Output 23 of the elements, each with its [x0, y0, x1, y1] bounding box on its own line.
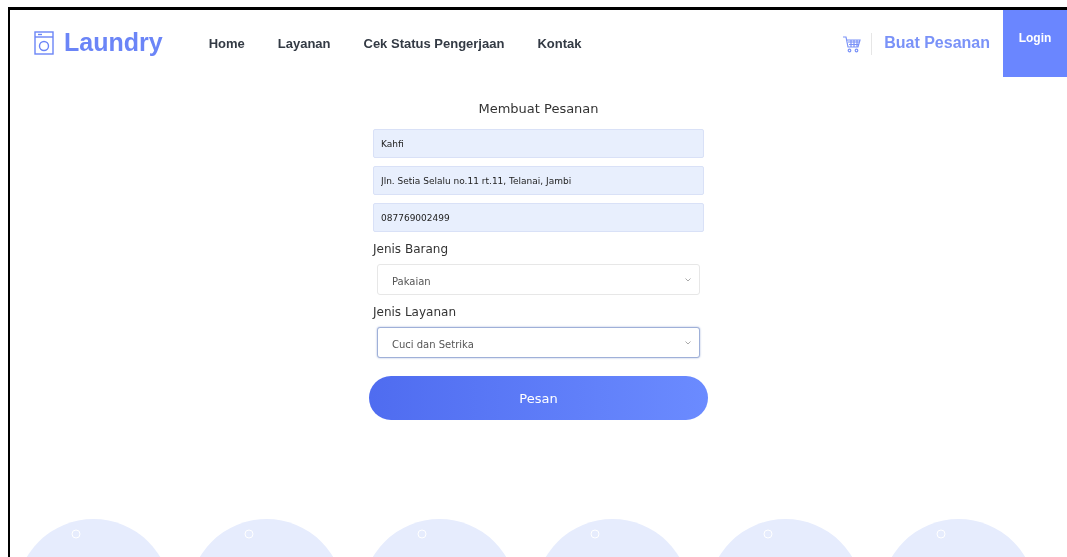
nav-link[interactable]: Cek Status Pengerjaan [363, 36, 505, 51]
ring-icon [417, 529, 427, 539]
input-field[interactable]: Jln. Setia Selalu no.11 rt.11, Telanai, Jambi [373, 166, 704, 195]
nav-link[interactable]: Kontak [537, 36, 582, 51]
nav-link[interactable]: Home [208, 36, 245, 51]
ring-icon [590, 529, 600, 539]
field-label: Jenis Barang [373, 242, 450, 256]
cart-icon[interactable] [842, 35, 862, 53]
chevron-down-icon [685, 277, 691, 282]
nav-link[interactable]: Layanan [277, 36, 331, 51]
input-field[interactable]: 087769002499 [373, 203, 704, 232]
ring-icon [936, 529, 946, 539]
chevron-down-icon [685, 340, 691, 345]
ring-icon [244, 529, 254, 539]
ring-icon [763, 529, 773, 539]
washing-machine-icon [34, 30, 54, 55]
ring-icon [71, 529, 81, 539]
submit-button[interactable]: Pesan [369, 376, 708, 420]
field-label: Jenis Layanan [373, 305, 457, 319]
input-field[interactable]: Kahfi [373, 129, 704, 158]
select-field[interactable]: Cuci dan Setrika [377, 327, 700, 358]
form-title: Membuat Pesanan [477, 101, 600, 116]
select-field[interactable]: Pakaian [377, 264, 700, 295]
